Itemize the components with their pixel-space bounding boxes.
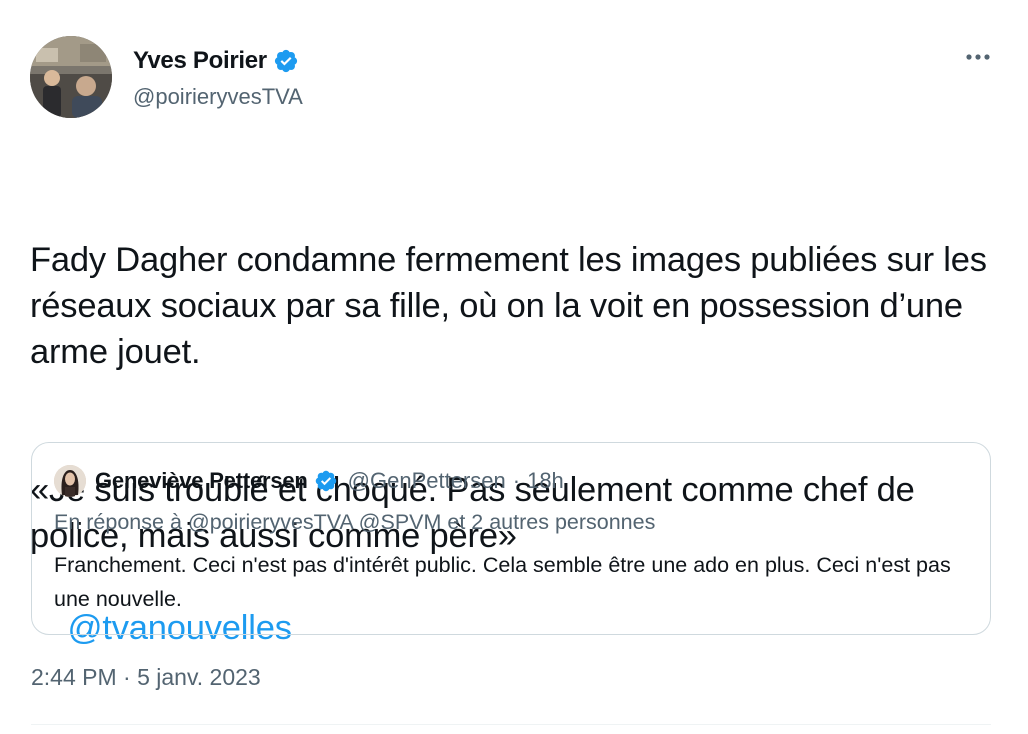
more-dots-icon — [966, 54, 990, 60]
quoted-separator: · — [512, 468, 521, 493]
quoted-author-avatar[interactable] — [54, 465, 86, 497]
more-options-button[interactable] — [960, 42, 996, 72]
author-handle[interactable]: @poirieryvesTVA — [133, 84, 303, 110]
tweet-header: Yves Poirier @poirieryvesTVA — [30, 36, 998, 120]
quoted-avatar-photo-icon — [54, 465, 86, 497]
quoted-tweet[interactable]: Geneviève Pettersen @GenPettersen · 18h … — [31, 442, 991, 635]
quoted-tweet-header: Geneviève Pettersen @GenPettersen · 18h — [54, 465, 564, 497]
quoted-author-name[interactable]: Geneviève Pettersen — [95, 468, 308, 494]
author-avatar[interactable] — [30, 36, 112, 118]
divider — [31, 724, 991, 725]
author-name[interactable]: Yves Poirier — [133, 47, 267, 75]
quoted-author-handle[interactable]: @GenPettersen — [348, 468, 506, 494]
verified-badge-icon — [274, 49, 297, 73]
quoted-timestamp[interactable]: 18h — [527, 468, 564, 494]
author-name-row: Yves Poirier — [133, 45, 303, 77]
tweet-timestamp[interactable]: 2:44 PM · 5 janv. 2023 — [31, 664, 261, 691]
quoted-reply-context: En réponse à @poirieryvesTVA @SPVM et 2 … — [54, 510, 656, 534]
avatar-photo-icon — [30, 36, 112, 118]
quoted-verified-badge-icon — [315, 470, 336, 492]
author-info: Yves Poirier @poirieryvesTVA — [133, 45, 303, 110]
tweet-card: Yves Poirier @poirieryvesTVA Fady Dagher… — [0, 0, 1028, 734]
quoted-tweet-text: Franchement. Ceci n'est pas d'intérêt pu… — [54, 553, 951, 611]
tweet-paragraph: Fady Dagher condamne fermement les image… — [30, 241, 997, 371]
